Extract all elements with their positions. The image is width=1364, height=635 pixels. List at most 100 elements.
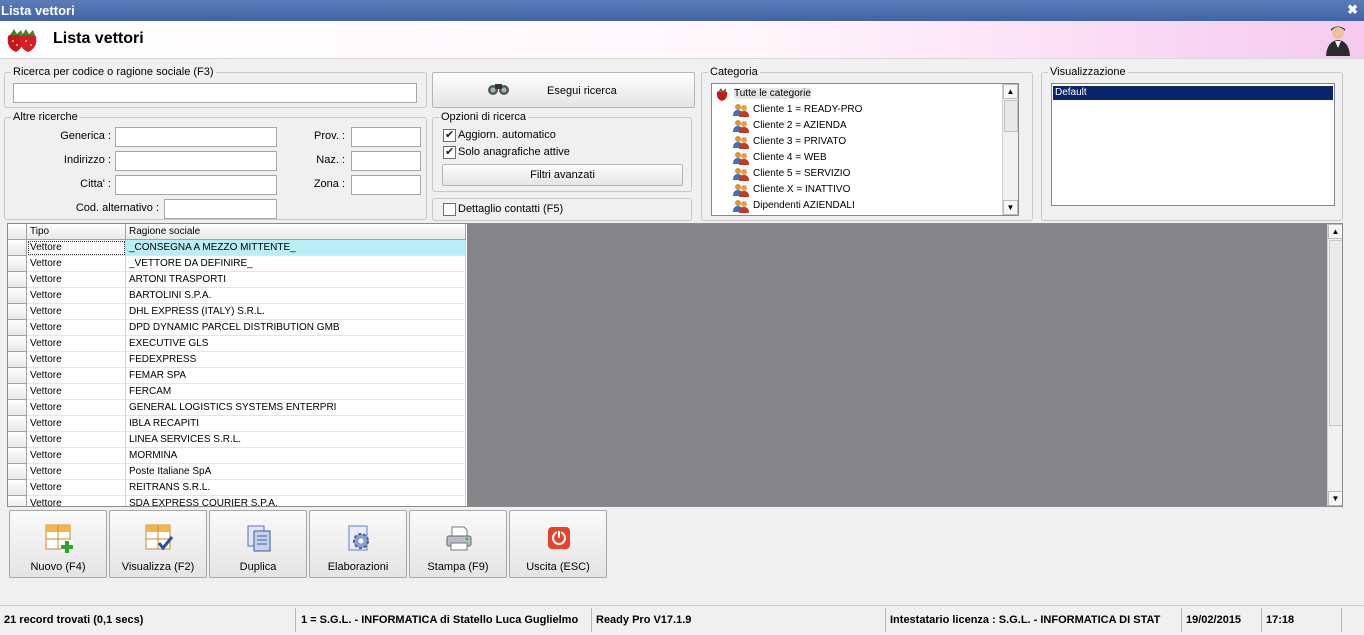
cell-tipo[interactable]: Vettore [27, 464, 126, 480]
users-group-icon [732, 119, 750, 136]
processing-button[interactable]: Elaborazioni [309, 510, 407, 578]
search-code-legend: Ricerca per codice o ragione sociale (F3… [11, 66, 216, 78]
cell-ragione-sociale[interactable]: _VETTORE DA DEFINIRE_ [126, 256, 466, 272]
close-icon[interactable]: ✖ [1347, 2, 1358, 18]
cell-ragione-sociale[interactable]: MORMINA [126, 448, 466, 464]
view-group: Visualizzazione Default [1041, 66, 1343, 221]
row-indicator[interactable] [8, 352, 27, 368]
cell-tipo[interactable]: Vettore [27, 448, 126, 464]
zona-input[interactable] [351, 175, 421, 195]
cell-ragione-sociale[interactable]: Poste Italiane SpA [126, 464, 466, 480]
cell-ragione-sociale[interactable]: GENERAL LOGISTICS SYSTEMS ENTERPRI [126, 400, 466, 416]
row-indicator[interactable] [8, 368, 27, 384]
cell-tipo[interactable]: Vettore [27, 288, 126, 304]
view-button[interactable]: Visualizza (F2) [109, 510, 207, 578]
exit-button[interactable]: Uscita (ESC) [509, 510, 607, 578]
active-only-checkbox[interactable] [443, 145, 456, 159]
cell-tipo[interactable]: Vettore [27, 336, 126, 352]
row-indicator[interactable] [8, 432, 27, 448]
column-header-ragione-sociale[interactable]: Ragione sociale [126, 224, 466, 240]
cell-tipo[interactable]: Vettore [27, 432, 126, 448]
cell-tipo[interactable]: Vettore [27, 320, 126, 336]
cell-ragione-sociale[interactable]: EXECUTIVE GLS [126, 336, 466, 352]
row-indicator[interactable] [8, 400, 27, 416]
category-scrollbar[interactable]: ▲ ▼ [1002, 84, 1018, 215]
user-avatar-icon[interactable] [1325, 24, 1351, 56]
search-code-input[interactable] [13, 83, 417, 103]
view-item-default[interactable]: Default [1053, 86, 1333, 100]
cell-tipo[interactable]: Vettore [27, 496, 126, 506]
cell-ragione-sociale[interactable]: FEMAR SPA [126, 368, 466, 384]
cell-ragione-sociale[interactable]: LINEA SERVICES S.R.L. [126, 432, 466, 448]
row-indicator[interactable] [8, 464, 27, 480]
cell-tipo[interactable]: Vettore [27, 400, 126, 416]
cell-tipo[interactable]: Vettore [27, 304, 126, 320]
cell-tipo[interactable]: Vettore [27, 256, 126, 272]
auto-update-checkbox[interactable] [443, 128, 456, 142]
cell-ragione-sociale[interactable]: REITRANS S.R.L. [126, 480, 466, 496]
cell-tipo[interactable]: Vettore [27, 240, 126, 256]
row-indicator[interactable] [8, 448, 27, 464]
cell-tipo[interactable]: Vettore [27, 272, 126, 288]
generica-input[interactable] [115, 127, 277, 147]
scroll-up-icon[interactable]: ▲ [1003, 84, 1018, 99]
cell-tipo[interactable]: Vettore [27, 368, 126, 384]
view-legend: Visualizzazione [1048, 66, 1128, 78]
grid-scroll-thumb[interactable] [1329, 240, 1342, 426]
row-indicator[interactable] [8, 480, 27, 496]
row-indicator[interactable] [8, 416, 27, 432]
row-indicator[interactable] [8, 272, 27, 288]
cell-ragione-sociale[interactable]: SDA EXPRESS COURIER S.P.A. [126, 496, 466, 506]
cell-tipo[interactable]: Vettore [27, 416, 126, 432]
print-button[interactable]: Stampa (F9) [409, 510, 507, 578]
cell-ragione-sociale[interactable]: FERCAM [126, 384, 466, 400]
cell-tipo[interactable]: Vettore [27, 480, 126, 496]
row-indicator[interactable] [8, 496, 27, 506]
naz-input[interactable] [351, 151, 421, 171]
users-group-icon [732, 167, 750, 184]
category-tree[interactable]: Tutte le categorie Cliente 1 = READY-PRO C… [711, 83, 1019, 216]
row-indicator[interactable] [8, 288, 27, 304]
view-list[interactable]: Default [1051, 83, 1335, 206]
prov-input[interactable] [351, 127, 421, 147]
row-indicator[interactable] [8, 256, 27, 272]
citta-input[interactable] [115, 175, 277, 195]
row-indicator[interactable] [8, 304, 27, 320]
cod-alternativo-input[interactable] [164, 199, 277, 219]
cell-tipo[interactable]: Vettore [27, 352, 126, 368]
row-indicator[interactable] [8, 384, 27, 400]
scroll-thumb[interactable] [1004, 100, 1018, 132]
contacts-detail-checkbox[interactable] [443, 203, 456, 216]
other-search-group: Altre ricerche Generica : Indirizzo : Ci… [4, 111, 427, 220]
prov-label: Prov. : [314, 130, 345, 142]
naz-label: Naz. : [316, 154, 345, 166]
cell-ragione-sociale[interactable]: BARTOLINI S.P.A. [126, 288, 466, 304]
scroll-down-icon[interactable]: ▼ [1003, 200, 1018, 215]
cell-ragione-sociale[interactable]: _CONSEGNA A MEZZO MITTENTE_ [126, 240, 466, 256]
cell-ragione-sociale[interactable]: ARTONI TRASPORTI [126, 272, 466, 288]
cell-ragione-sociale[interactable]: IBLA RECAPITI [126, 416, 466, 432]
strawberry-logo-icon [7, 29, 37, 52]
row-indicator[interactable] [8, 320, 27, 336]
window-titlebar: Lista vettori ✖ [0, 0, 1364, 21]
column-header-tipo[interactable]: Tipo [27, 224, 126, 240]
cell-ragione-sociale[interactable]: DPD DYNAMIC PARCEL DISTRIBUTION GMB [126, 320, 466, 336]
cell-ragione-sociale[interactable]: FEDEXPRESS [126, 352, 466, 368]
indirizzo-label: Indirizzo : [63, 154, 111, 166]
grid-scrollbar[interactable]: ▲ ▼ [1327, 224, 1342, 506]
grid-scroll-down-icon[interactable]: ▼ [1328, 491, 1342, 506]
category-item-label: Dipendenti AZIENDALI [753, 200, 855, 211]
row-indicator[interactable] [8, 240, 27, 256]
row-indicator[interactable] [8, 336, 27, 352]
power-off-icon [548, 527, 570, 549]
advanced-filters-button[interactable]: Filtri avanzati [442, 164, 683, 186]
grid-scroll-up-icon[interactable]: ▲ [1328, 224, 1342, 239]
search-execute-button[interactable]: Esegui ricerca [432, 72, 695, 108]
cell-tipo[interactable]: Vettore [27, 384, 126, 400]
indirizzo-input[interactable] [115, 151, 277, 171]
duplicate-button[interactable]: Duplica [209, 510, 307, 578]
cell-ragione-sociale[interactable]: DHL EXPRESS (ITALY) S.R.L. [126, 304, 466, 320]
new-button[interactable]: Nuovo (F4) [9, 510, 107, 578]
users-group-icon [732, 135, 750, 152]
category-item-label: Tutte le categorie [734, 88, 811, 99]
